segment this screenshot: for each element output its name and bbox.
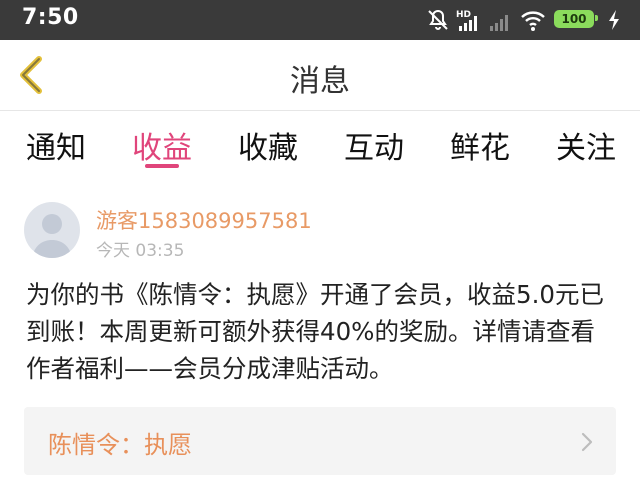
tab-favorites[interactable]: 收藏 (238, 123, 298, 167)
battery-level: 100 (554, 10, 594, 28)
chevron-right-icon (581, 432, 593, 452)
status-bar: 7:50 HD 100 (0, 0, 640, 40)
tab-interactions[interactable]: 互动 (344, 123, 404, 167)
book-link-card[interactable]: 陈情令：执愿 (24, 407, 616, 475)
tab-following[interactable]: 关注 (556, 123, 616, 167)
signal-icon (490, 15, 508, 31)
battery-cap (595, 15, 598, 21)
tab-earnings[interactable]: 收益 (132, 123, 192, 167)
status-icons: HD 100 (426, 8, 626, 32)
book-title: 陈情令：执愿 (48, 431, 192, 459)
battery-icon: 100 (554, 8, 602, 32)
avatar[interactable] (24, 202, 80, 258)
network-label: HD (456, 10, 471, 20)
message-username[interactable]: 游客1583089957581 (96, 205, 312, 235)
header: 消息 (0, 40, 640, 110)
tab-bar: 通知 收益 收藏 互动 鲜花 关注 (0, 111, 640, 176)
charging-icon (609, 10, 619, 30)
tab-flowers[interactable]: 鲜花 (450, 123, 510, 167)
tab-notifications[interactable]: 通知 (26, 123, 86, 167)
message-time: 今天 03:35 (96, 241, 185, 261)
mute-icon (428, 9, 448, 30)
page-title: 消息 (290, 64, 350, 99)
user-avatar-icon (32, 214, 72, 258)
message-body: 为你的书《陈情令：执愿》开通了会员，收益5.0元已到账！本周更新可额外获得40%… (26, 280, 604, 383)
wifi-icon (521, 11, 545, 31)
active-tab-indicator (145, 164, 179, 168)
hd-signal-icon: HD (456, 10, 477, 31)
status-time: 7:50 (22, 5, 79, 30)
